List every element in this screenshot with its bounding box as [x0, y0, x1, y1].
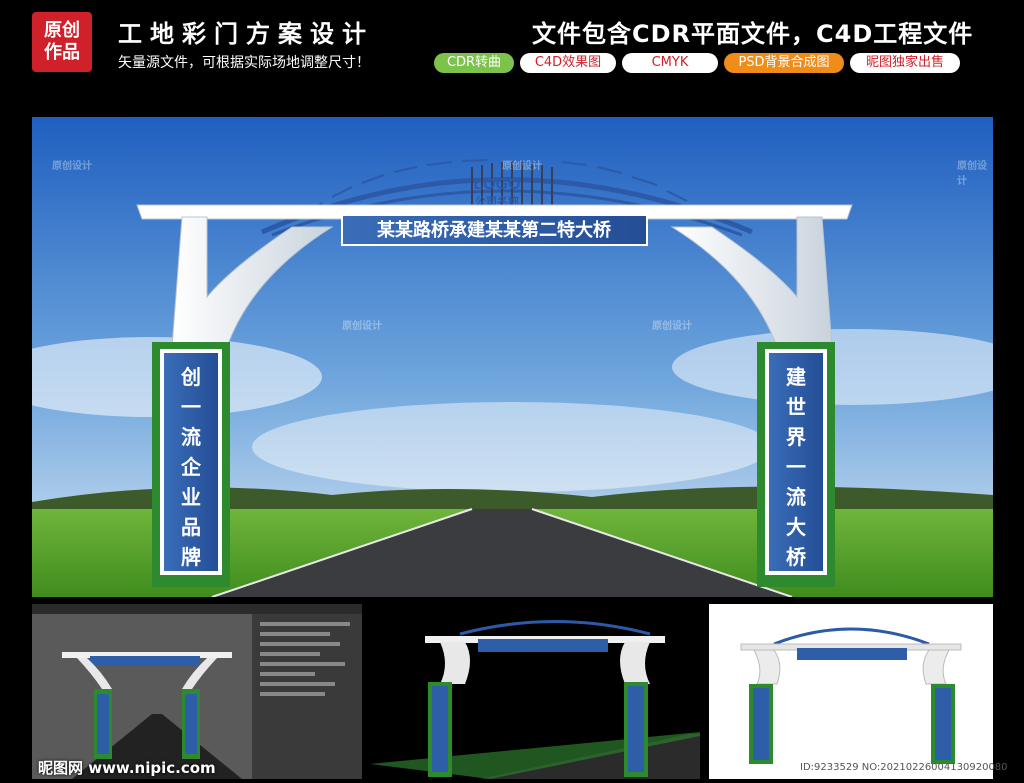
files-note: 文件包含CDR平面文件，C4D工程文件 [532, 20, 974, 48]
right-char: 建 [786, 365, 806, 389]
left-char: 业 [181, 485, 201, 509]
watermark: 原创设计 [652, 321, 692, 332]
feature-tags: CDR转曲 C4D效果图 CMYK PSD背景合成图 昵图独家出售 [434, 53, 960, 73]
thumb-flat-drawing [709, 604, 993, 779]
badge-line-2: 作品 [44, 42, 80, 63]
main-render: LOGO 公司名称 某某路桥承建某某第二特大桥 创 一 流 企 业 品 牌 建 [32, 117, 993, 597]
left-char: 创 [180, 365, 201, 389]
left-pillar-text: 创 一 流 企 业 品 牌 [180, 365, 202, 569]
gate-scene: LOGO 公司名称 某某路桥承建某某第二特大桥 创 一 流 企 业 品 牌 建 [32, 117, 993, 597]
left-char: 品 [181, 515, 201, 539]
right-char: 世 [786, 395, 806, 419]
black-render-scene [370, 620, 700, 779]
left-char: 牌 [181, 545, 201, 569]
tag-exclusive: 昵图独家出售 [850, 53, 960, 73]
right-char: 一 [786, 455, 806, 479]
site-logo[interactable]: 昵图网 www.nipic.com [38, 757, 216, 778]
left-char: 企 [180, 455, 202, 479]
image-id: ID:9233529 NO:20210226004130920080 [800, 762, 1008, 773]
right-char: 界 [786, 425, 806, 449]
c4d-viewport-scene [32, 604, 362, 779]
right-char: 桥 [786, 545, 807, 569]
right-char: 大 [786, 515, 806, 539]
flat-drawing-scene [740, 627, 962, 764]
tag-c4d: C4D效果图 [520, 53, 616, 73]
watermark: 原创设计 [342, 321, 382, 332]
left-char: 流 [181, 425, 201, 449]
tag-cdr: CDR转曲 [434, 53, 514, 73]
page-title: 工地彩门方案设计 [118, 20, 374, 48]
watermark: 原创设计 [502, 161, 542, 172]
badge-line-1: 原创 [44, 20, 80, 41]
right-char: 流 [786, 485, 806, 509]
gate-logo: LOGO [473, 176, 520, 193]
watermark: 原创设计 [52, 161, 92, 172]
watermark: 原创设计 [957, 161, 987, 187]
thumb-black-render [370, 604, 700, 779]
banner-text: 某某路桥承建某某第二特大桥 [377, 219, 612, 241]
original-badge: 原创 作品 [32, 12, 92, 72]
cloud [252, 402, 772, 492]
tag-psd: PSD背景合成图 [724, 53, 844, 73]
tag-cmyk: CMYK [622, 53, 718, 73]
thumb-c4d-viewport [32, 604, 362, 779]
page-subtitle: 矢量源文件，可根据实际场地调整尺寸！ [118, 55, 370, 71]
left-char: 一 [181, 395, 201, 419]
right-pillar-text: 建 世 界 一 流 大 桥 [786, 365, 807, 569]
